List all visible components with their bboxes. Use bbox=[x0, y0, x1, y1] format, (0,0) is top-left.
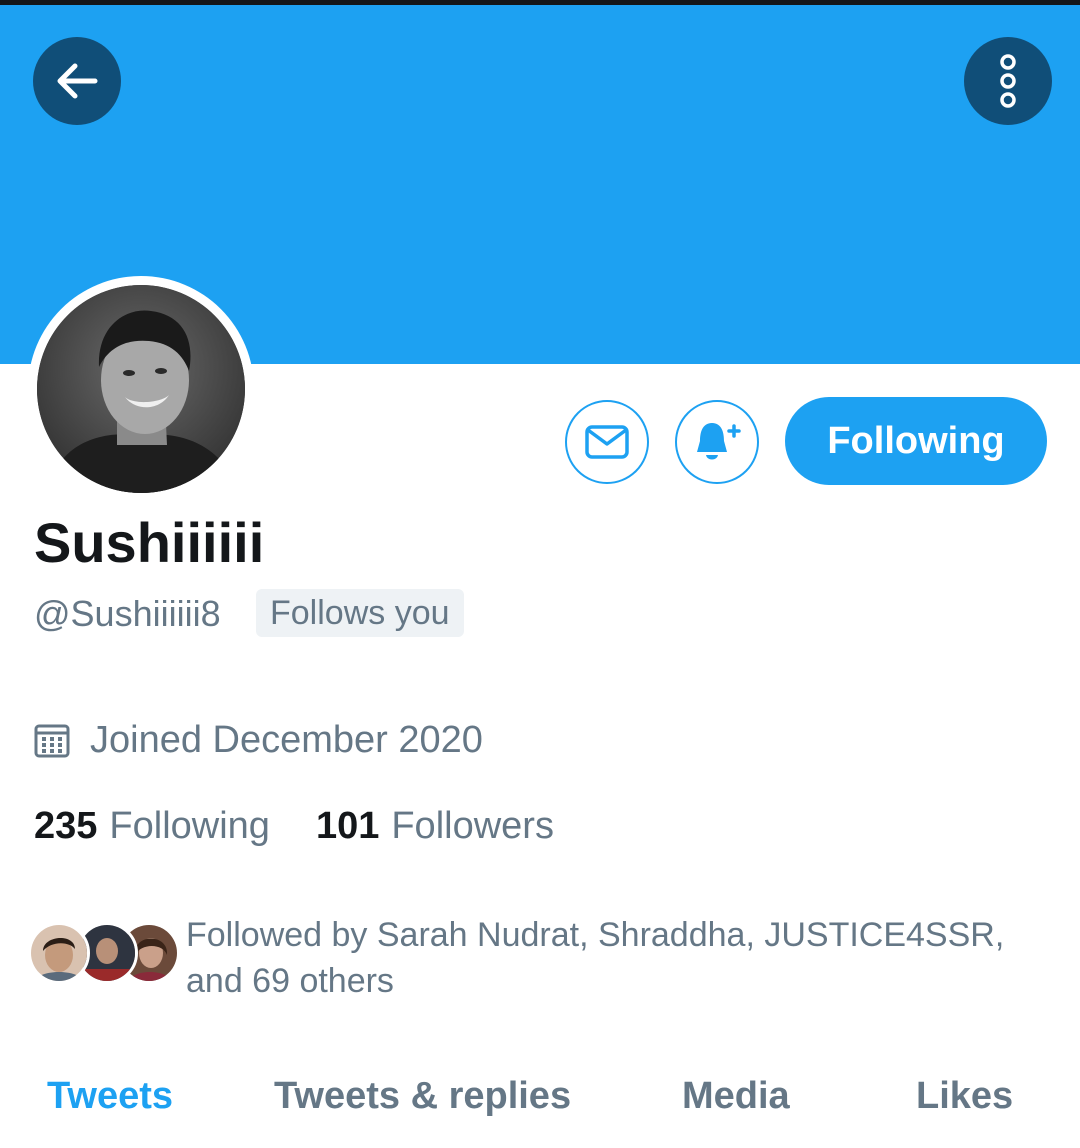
display-name: Sushiiiiii bbox=[34, 511, 265, 574]
envelope-icon bbox=[585, 425, 629, 459]
avatar-photo bbox=[37, 285, 245, 493]
arrow-left-icon bbox=[57, 63, 98, 99]
followers-count: 101 bbox=[315, 804, 380, 847]
joined-date: Joined December 2020 bbox=[34, 716, 483, 764]
follower-avatar bbox=[28, 922, 90, 984]
following-count: 235 bbox=[34, 804, 98, 847]
followers-stat[interactable]: 101 Followers bbox=[316, 805, 554, 848]
follows-you-badge: Follows you bbox=[256, 589, 464, 637]
message-button[interactable] bbox=[565, 400, 649, 484]
calendar-icon bbox=[34, 724, 70, 758]
following-button[interactable]: Following bbox=[785, 397, 1047, 485]
more-options-button[interactable] bbox=[964, 37, 1052, 125]
joined-text: Joined December 2020 bbox=[90, 718, 483, 761]
avatar[interactable] bbox=[37, 285, 245, 493]
more-vertical-icon bbox=[1000, 54, 1016, 108]
following-stat[interactable]: 235 Following bbox=[34, 805, 270, 848]
notifications-button[interactable] bbox=[675, 400, 759, 484]
followed-by-text: Followed by Sarah Nudrat, Shraddha, JUST… bbox=[186, 916, 1005, 1000]
follow-stats: 235 Following 101 Followers bbox=[34, 802, 554, 850]
tab-tweets[interactable]: Tweets bbox=[47, 1066, 173, 1126]
bell-plus-icon bbox=[697, 423, 741, 460]
tab-tweets-replies[interactable]: Tweets & replies bbox=[274, 1066, 571, 1126]
profile-page: Following Sushiiiiii @Sushiiiiii8 Follow… bbox=[0, 0, 1080, 1148]
user-handle: @Sushiiiiii8 bbox=[34, 593, 221, 634]
following-label: Following bbox=[109, 804, 270, 847]
tab-media[interactable]: Media bbox=[682, 1066, 790, 1126]
followers-label: Followers bbox=[391, 804, 554, 847]
profile-tabs: Tweets Tweets & replies Media Likes bbox=[0, 1066, 1080, 1126]
tab-likes[interactable]: Likes bbox=[916, 1066, 1013, 1126]
back-button[interactable] bbox=[33, 37, 121, 125]
